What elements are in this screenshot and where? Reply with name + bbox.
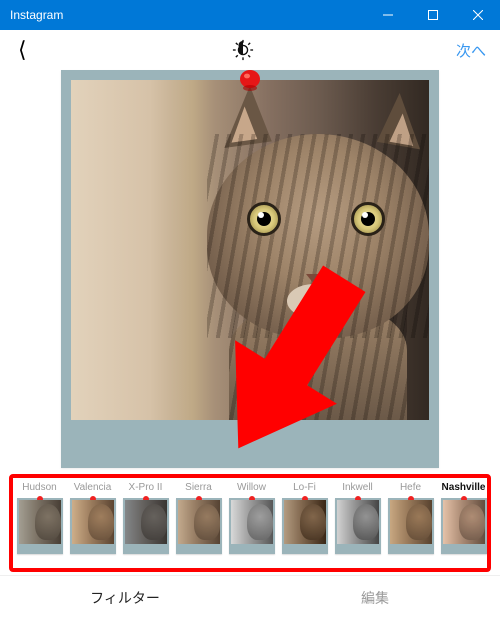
- filter-thumb: [70, 498, 116, 554]
- filter-thumb: [335, 498, 381, 554]
- filter-thumb: [229, 498, 275, 554]
- filter-thumb: [17, 498, 63, 554]
- minimize-button[interactable]: [365, 0, 410, 30]
- filter-xproii[interactable]: X-Pro II: [119, 478, 172, 568]
- filter-thumb: [282, 498, 328, 554]
- filter-thumb: [441, 498, 487, 554]
- filter-nashville[interactable]: Nashville: [437, 478, 487, 568]
- filter-strip[interactable]: HudsonValenciaX-Pro IISierraWillowLo-FiI…: [13, 478, 487, 568]
- filter-thumb: [388, 498, 434, 554]
- lux-adjust-icon[interactable]: [231, 38, 255, 62]
- photo-preview[interactable]: [61, 70, 439, 468]
- close-button[interactable]: [455, 0, 500, 30]
- pushpin-icon: [237, 68, 263, 94]
- filter-strip-highlight: HudsonValenciaX-Pro IISierraWillowLo-FiI…: [9, 474, 491, 572]
- filter-lofi[interactable]: Lo-Fi: [278, 478, 331, 568]
- filter-sierra[interactable]: Sierra: [172, 478, 225, 568]
- tab-edit[interactable]: 編集: [250, 576, 500, 619]
- next-button[interactable]: 次へ: [452, 36, 490, 65]
- back-button[interactable]: ⟨: [10, 33, 35, 67]
- filter-hudson[interactable]: Hudson: [13, 478, 66, 568]
- filter-hefe[interactable]: Hefe: [384, 478, 437, 568]
- window-titlebar: Instagram: [0, 0, 500, 30]
- editor-topbar: ⟨ 次へ: [0, 30, 500, 70]
- maximize-button[interactable]: [410, 0, 455, 30]
- filter-thumb: [123, 498, 169, 554]
- photo-image: [71, 80, 429, 420]
- filter-thumb: [176, 498, 222, 554]
- filter-inkwell[interactable]: Inkwell: [331, 478, 384, 568]
- tab-filter[interactable]: フィルター: [0, 576, 250, 619]
- filter-valencia[interactable]: Valencia: [66, 478, 119, 568]
- window-title: Instagram: [0, 8, 365, 22]
- filter-willow[interactable]: Willow: [225, 478, 278, 568]
- photo-stage: [0, 70, 500, 468]
- bottom-tabs: フィルター 編集: [0, 575, 500, 619]
